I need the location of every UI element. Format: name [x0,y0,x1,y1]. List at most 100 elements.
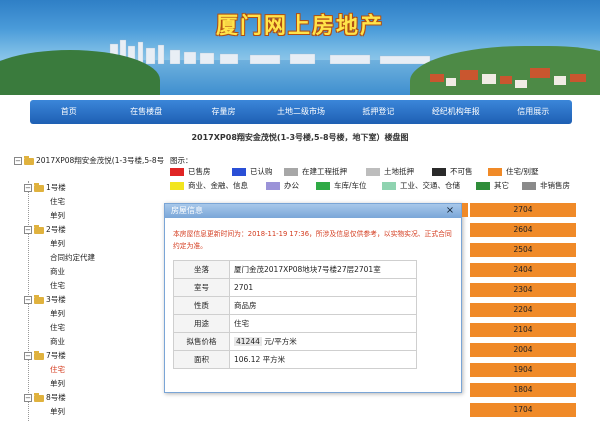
room-cell[interactable]: 2604 [470,223,576,237]
legend-swatch [366,168,380,176]
tree-leaf[interactable]: 住宅 [14,321,164,335]
tree-node-building-8[interactable]: − 8号楼 [14,391,164,405]
tree-leaf[interactable]: 单列 [14,405,164,419]
tree-leaf[interactable]: 商业 [14,265,164,279]
room-cell[interactable]: 1904 [470,363,576,377]
legend-swatch [522,182,536,190]
room-column: 2704 2604 2504 2404 2304 2204 2104 2004 … [470,203,576,422]
tree-leaf[interactable]: 单列 [14,377,164,391]
nav-item-mortgage[interactable]: 抵押登记 [340,100,417,124]
tree-root[interactable]: − 2017XP08翔安金茂悦(1-3号楼,5-8号楼，地下室） [14,155,164,181]
field-value-nature: 商品房 [229,296,417,315]
tree-leaf[interactable]: 合同约定代建 [14,251,164,265]
tree-node-label: 7号楼 [46,351,66,360]
legend-item: 工业、交通、仓储 [382,181,460,191]
legend-item: 住宅/别墅 [488,167,539,177]
collapse-icon[interactable]: − [14,157,22,165]
tree-node-building-7[interactable]: − 7号楼 [14,349,164,363]
legend-item: 已认购 [232,167,273,177]
room-cell[interactable]: 2104 [470,323,576,337]
tree-leaf[interactable]: 住宅 [14,195,164,209]
room-cell[interactable]: 2704 [470,203,576,217]
legend-item-label: 土地抵押 [384,167,414,176]
legend-item-label: 不可售 [450,167,473,176]
nav-item-on-sale[interactable]: 在售楼盘 [107,100,184,124]
legend-item: 土地抵押 [366,167,414,177]
legend-item-label: 车库/车位 [334,181,367,190]
folder-icon [34,392,44,402]
legend-swatch [284,168,298,176]
header-banner: 厦门网上房地产 [0,0,600,95]
tree-node-building-3[interactable]: − 3号楼 [14,293,164,307]
legend-item-label: 在建工程抵押 [302,167,347,176]
table-row: 性质 商品房 [173,296,417,315]
legend-swatch [266,182,280,190]
tree-leaf[interactable]: 单列 [14,307,164,321]
tree-node-label: 8号楼 [46,393,66,402]
tree-leaf[interactable]: 商业 [14,335,164,349]
field-value-price: 41244 元/平方米 [229,332,417,351]
table-row: 坐落 厦门金茂2017XP08地块7号楼27层2701室 [173,260,417,279]
room-cell-edge [462,203,468,217]
page-title: 2017XP08翔安金茂悦(1-3号楼,5-8号楼，地下室）楼盘图 [191,133,409,142]
field-value-usage: 住宅 [229,314,417,333]
roofs-graphic [430,68,586,88]
dialog-title: 房屋信息 [171,206,203,215]
table-row: 用途 住宅 [173,314,417,333]
nav-item-home[interactable]: 首页 [30,100,107,124]
legend-swatch [316,182,330,190]
dialog-header[interactable]: 房屋信息 × [165,204,461,218]
legend-item: 已售房 [170,167,211,177]
folder-icon [34,294,44,304]
collapse-icon[interactable]: − [24,184,32,192]
legend-item: 办公 [266,181,299,191]
legend-item: 商业、金融、信息 [170,181,248,191]
close-icon[interactable]: × [444,204,456,218]
legend-label: 图示： [170,156,193,165]
field-value-area: 106.12 平方米 [229,350,417,369]
table-row: 拟售价格 41244 元/平方米 [173,332,417,351]
tree-leaf[interactable]: 住宅 [14,279,164,293]
main-nav: 首页 在售楼盘 存量房 土地二级市场 抵押登记 经纪机构年报 信用展示 [30,100,572,124]
tree-node-label: 2号楼 [46,225,66,234]
folder-icon [34,224,44,234]
room-cell[interactable]: 2504 [470,243,576,257]
tree-node-building-2[interactable]: − 2号楼 [14,223,164,237]
legend-swatch [170,182,184,190]
field-label: 用途 [173,314,230,333]
tree-node-label: 1号楼 [46,183,66,192]
room-cell[interactable]: 2304 [470,283,576,297]
field-label: 拟售价格 [173,332,230,351]
legend-item: 在建工程抵押 [284,167,347,177]
legend-item-label: 办公 [284,181,299,190]
field-label: 面积 [173,350,230,369]
legend-item-label: 已认购 [250,167,273,176]
legend-item-label: 工业、交通、仓储 [400,181,460,190]
field-value-room-number: 2701 [229,278,417,297]
legend-item-label: 非销售房 [540,181,570,190]
nav-item-land-market[interactable]: 土地二级市场 [262,100,339,124]
room-cell[interactable]: 2404 [470,263,576,277]
room-info-table: 坐落 厦门金茂2017XP08地块7号楼27层2701室 室号 2701 性质 … [173,260,417,369]
nav-item-credit[interactable]: 信用展示 [495,100,572,124]
nav-item-agency-report[interactable]: 经纪机构年报 [417,100,494,124]
tree-leaf[interactable]: 单列 [14,209,164,223]
room-cell[interactable]: 1804 [470,383,576,397]
collapse-icon[interactable]: − [24,352,32,360]
tree-node-building-1[interactable]: − 1号楼 [14,181,164,195]
tree-leaf[interactable]: 单列 [14,237,164,251]
tree-leaf-active[interactable]: 住宅 [14,363,164,377]
collapse-icon[interactable]: − [24,394,32,402]
legend-item: 其它 [476,181,509,191]
room-cell[interactable]: 1704 [470,403,576,417]
folder-icon [34,350,44,360]
room-cell[interactable]: 2204 [470,303,576,317]
nav-item-stock-housing[interactable]: 存量房 [185,100,262,124]
field-label: 坐落 [173,260,230,279]
collapse-icon[interactable]: − [24,296,32,304]
collapse-icon[interactable]: − [24,226,32,234]
room-cell[interactable]: 2004 [470,343,576,357]
update-notice: 本房屋信息更新时间为：2018-11-19 17:36，所涉及信息仅供参考，以实… [173,230,452,250]
field-value-location: 厦门金茂2017XP08地块7号楼27层2701室 [229,260,417,279]
legend-swatch [382,182,396,190]
